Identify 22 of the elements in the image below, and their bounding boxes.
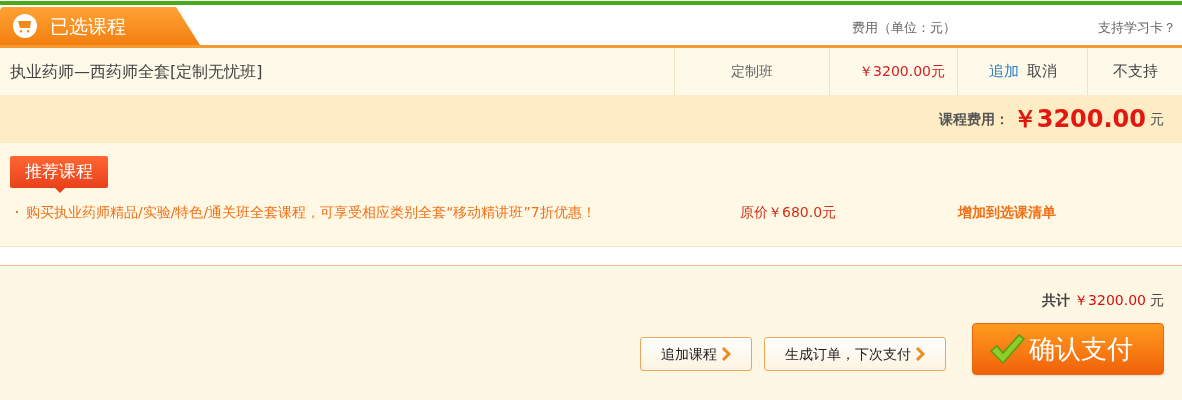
total-unit: 元 bbox=[1150, 291, 1164, 310]
promo-text: 购买执业药师精品/实验/特色/通关班全套课程，可享受相应类别全套“移动精讲班”7折优惠！ bbox=[26, 202, 597, 222]
tab-title: 已选课程 bbox=[50, 13, 126, 39]
table-cell-text: 不支持 bbox=[1111, 61, 1159, 83]
original-price: 原价￥680.0元 bbox=[740, 202, 838, 222]
checkmark-icon bbox=[989, 333, 1025, 365]
action-button[interactable]: 生成订单，下次支付 bbox=[764, 337, 946, 371]
add-link[interactable]: 追加 bbox=[988, 60, 1019, 83]
fee-unit: 元 bbox=[1150, 109, 1164, 129]
column-header: 支持学习卡？ bbox=[1097, 18, 1176, 37]
pointer-icon bbox=[55, 187, 65, 193]
fee-amount: ￥3200.00 bbox=[1012, 104, 1146, 135]
total-amount: ￥3200.00 bbox=[1074, 291, 1146, 310]
total-label: 共计 bbox=[1042, 291, 1071, 310]
cancel-link[interactable]: 取消 bbox=[1026, 60, 1057, 83]
recommend-badge: 推荐课程 bbox=[10, 156, 108, 188]
chevron-icon bbox=[915, 347, 925, 361]
column-header: 费用（单位：元） bbox=[851, 18, 956, 37]
cart-icon bbox=[12, 13, 38, 39]
action-button[interactable]: 追加课程 bbox=[640, 337, 752, 371]
fee-label: 课程费用： bbox=[938, 109, 1009, 129]
chevron-icon bbox=[721, 347, 731, 361]
